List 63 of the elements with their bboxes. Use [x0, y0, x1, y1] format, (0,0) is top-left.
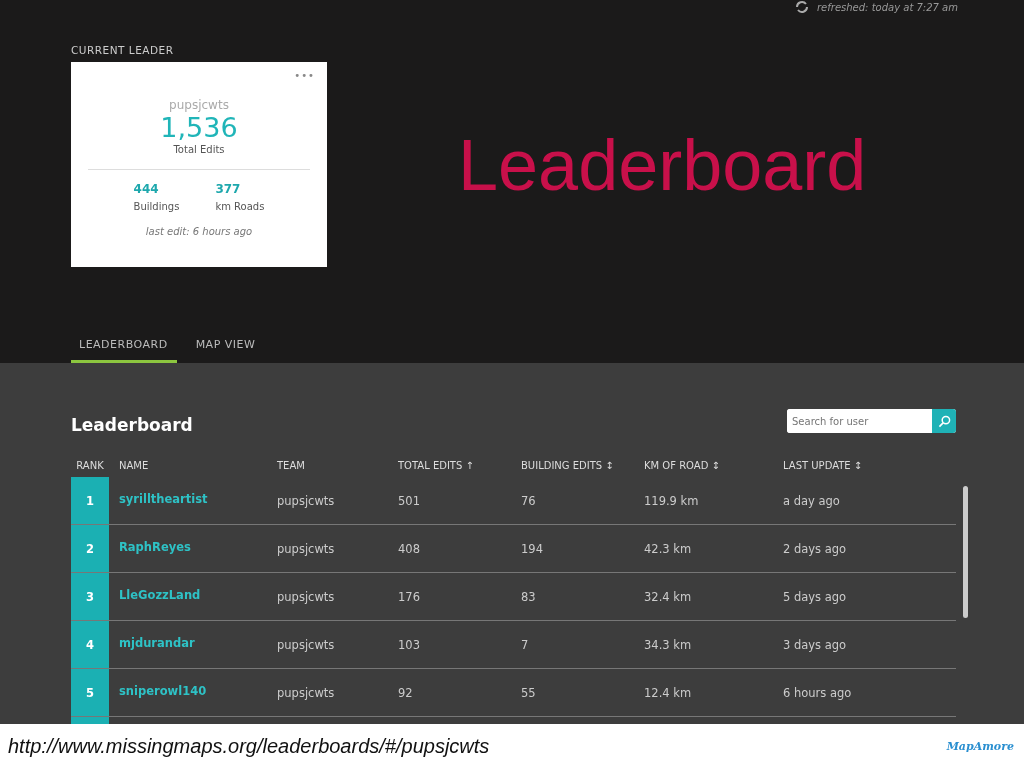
team-name: pupsjcwts: [169, 98, 229, 112]
total-label: Total Edits: [173, 144, 225, 155]
refresh-icon[interactable]: [795, 0, 809, 14]
scrollbar[interactable]: [963, 486, 968, 618]
table-cell-text: 6 hours ago: [783, 685, 853, 700]
table-cell-text: 34.3 km: [644, 637, 693, 652]
slide-title: Leaderboard: [458, 124, 867, 207]
table-cell-text: 7: [521, 637, 530, 652]
rank-cell: 4: [71, 621, 109, 668]
stat-value: 377: [215, 182, 242, 196]
column-header[interactable]: TEAM: [277, 459, 398, 471]
board-title: Leaderboard: [71, 415, 193, 435]
rank-cell: 5: [71, 669, 109, 716]
rank-cell: 2: [71, 525, 109, 572]
table-cell-text: pupsjcwts: [277, 541, 336, 556]
table-cell-text: pupsjcwts: [277, 637, 336, 652]
table-cell-text: 83: [521, 589, 537, 604]
table-cell-text: 501: [398, 493, 421, 508]
table-cell-text: 119.9 km: [644, 493, 700, 508]
user-link[interactable]: mjdurandar: [109, 635, 277, 650]
url-text: http://www.missingmaps.org/leaderboards/#/pupsjcwts: [8, 734, 490, 758]
column-header[interactable]: TOTAL EDITS ↑: [398, 459, 521, 471]
column-header[interactable]: RANK: [71, 453, 109, 477]
table-cell-text: 5 days ago: [783, 589, 848, 604]
stat-value: 444: [133, 182, 160, 196]
table-cell-text: 92: [398, 685, 414, 700]
search-icon: [937, 414, 951, 428]
table-cell-text: pupsjcwts: [277, 493, 336, 508]
rank-cell: 1: [71, 477, 109, 524]
table-cell-text: pupsjcwts: [277, 589, 336, 604]
section-heading: CURRENT LEADER: [71, 44, 175, 56]
search-field[interactable]: Search for user: [787, 409, 956, 433]
column-header[interactable]: BUILDING EDITS ↕: [521, 459, 644, 471]
user-link[interactable]: syrilltheartist: [109, 491, 277, 506]
table-cell-text: 2 days ago: [783, 541, 848, 556]
user-link[interactable]: LleGozzLand: [109, 587, 277, 602]
logo: MapAmore: [946, 739, 1014, 753]
more-menu[interactable]: •••: [294, 70, 315, 81]
tab[interactable]: MAP VIEW: [187, 338, 265, 363]
total-count: 1,536: [160, 112, 238, 144]
table-cell-text: 194: [521, 541, 544, 556]
stat-label: Buildings: [133, 201, 180, 212]
table-cell-text: 176: [398, 589, 421, 604]
table-cell-text: pupsjcwts: [277, 685, 336, 700]
table-cell-text: 32.4 km: [644, 589, 693, 604]
column-header[interactable]: LAST UPDATE ↕: [783, 459, 956, 471]
table-cell-text: 55: [521, 685, 537, 700]
last-edit-text: last edit: 6 hours ago: [145, 226, 253, 237]
table-cell-text: a day ago: [783, 493, 841, 508]
table-cell-text: 408: [398, 541, 421, 556]
refreshed-text: refreshed: today at 7:27 am: [817, 1, 958, 13]
table-cell-text: 12.4 km: [644, 685, 693, 700]
stat-label: km Roads: [215, 201, 265, 212]
table-cell-text: 42.3 km: [644, 541, 693, 556]
user-link[interactable]: sniperowl140: [109, 683, 277, 698]
table-cell-text: 76: [521, 493, 537, 508]
table-cell-text: 3 days ago: [783, 637, 848, 652]
search-button[interactable]: [932, 409, 956, 433]
table-cell-text: 103: [398, 637, 421, 652]
rank-cell: 3: [71, 573, 109, 620]
user-link[interactable]: RaphReyes: [109, 539, 277, 554]
column-header[interactable]: KM OF ROAD ↕: [644, 459, 783, 471]
column-header[interactable]: NAME: [109, 459, 277, 471]
